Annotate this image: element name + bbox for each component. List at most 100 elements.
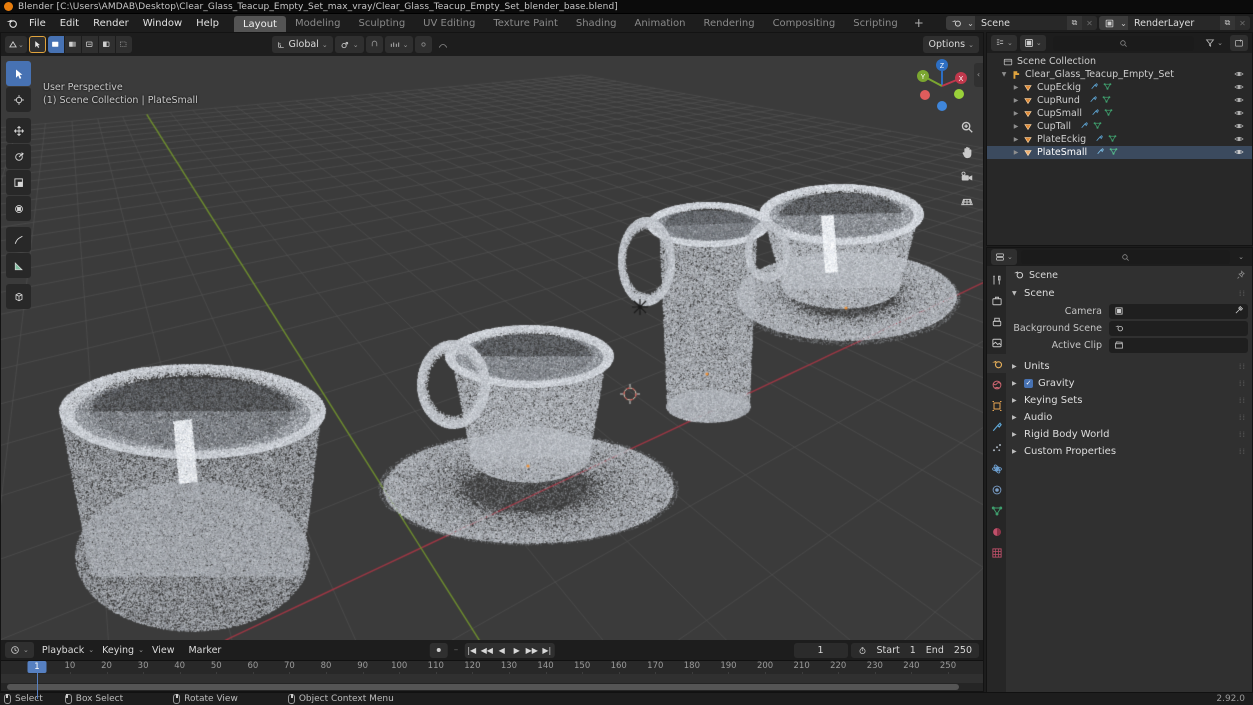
scene-name[interactable]: Scene — [975, 18, 1067, 29]
tab-scripting[interactable]: Scripting — [844, 14, 906, 32]
outliner-editor[interactable]: ⌄ ⌄ ⌄ Scene Collection ▼ Clear_Glass_Tea… — [986, 32, 1253, 246]
remove-view-layer-button[interactable]: ✕ — [1235, 16, 1250, 30]
jump-to-start-button[interactable]: |◀ — [464, 643, 479, 658]
end-value[interactable]: 250 — [954, 645, 972, 656]
mesh-data-icon[interactable] — [1104, 108, 1113, 120]
outliner-search-input[interactable] — [1052, 35, 1195, 51]
select-invert-icon[interactable] — [98, 36, 115, 53]
modifier-icon[interactable] — [1090, 82, 1099, 94]
output-tab-icon[interactable] — [987, 312, 1006, 331]
measure-tool-icon[interactable] — [6, 253, 31, 278]
menu-window[interactable]: Window — [136, 14, 189, 32]
keying-sets-panel-header[interactable]: ▶ Keying Sets ⁞⁞ — [1006, 392, 1252, 409]
viewport-canvas[interactable] — [1, 56, 983, 640]
outliner-row-object[interactable]: ▶ PlateEckig — [987, 133, 1252, 146]
menu-render[interactable]: Render — [86, 14, 136, 32]
data-tab-icon[interactable] — [987, 501, 1006, 520]
disclosure-triangle-icon[interactable]: ▶ — [1011, 84, 1021, 91]
outliner-display-mode-button[interactable]: ⌄ — [1019, 35, 1046, 51]
timeline-scrollbar[interactable] — [1, 683, 983, 691]
disclosure-triangle-icon[interactable]: ▶ — [1011, 136, 1021, 143]
eyedropper-icon[interactable] — [1234, 305, 1244, 318]
timeline-menu-marker[interactable]: Marker — [182, 642, 227, 658]
transform-orientation-dropdown[interactable]: Global ⌄ — [271, 36, 333, 53]
pivot-point-dropdown[interactable]: ⌄ — [334, 36, 364, 53]
timeline-playhead[interactable]: 1 — [27, 661, 47, 673]
new-view-layer-button[interactable]: ⧉ — [1220, 16, 1235, 30]
proportional-edit-button[interactable] — [415, 36, 433, 53]
play-reverse-button[interactable]: ◀ — [494, 643, 509, 658]
add-workspace-button[interactable]: + — [907, 14, 931, 32]
units-panel-header[interactable]: ▶ Units ⁞⁞ — [1006, 358, 1252, 375]
select-intersect-icon[interactable] — [115, 36, 132, 53]
select-extend-icon[interactable] — [64, 36, 81, 53]
transform-tool-icon[interactable] — [6, 196, 31, 221]
outliner-filter-button[interactable]: ⌄ — [1201, 35, 1227, 51]
proportional-falloff-icon[interactable] — [434, 36, 451, 53]
modifier-tab-icon[interactable] — [987, 417, 1006, 436]
scene-selector[interactable]: ⌄ Scene ⧉ ✕ — [946, 16, 1097, 30]
mesh-data-icon[interactable] — [1093, 121, 1102, 133]
properties-options-button[interactable]: ⌄ — [1234, 249, 1248, 265]
particles-tab-icon[interactable] — [987, 438, 1006, 457]
disclosure-triangle-icon[interactable]: ▶ — [1011, 149, 1021, 156]
disclosure-triangle-icon[interactable]: ▶ — [1011, 97, 1021, 104]
view-layer-chevron-icon[interactable]: ⌄ — [1119, 16, 1128, 30]
disclosure-triangle-icon[interactable]: ▶ — [1011, 123, 1021, 130]
unlink-scene-button[interactable]: ✕ — [1082, 16, 1097, 30]
view-layer-name[interactable]: RenderLayer — [1128, 18, 1220, 29]
view-layer-selector[interactable]: ⌄ RenderLayer ⧉ ✕ — [1099, 16, 1250, 30]
play-button[interactable]: ▶ — [509, 643, 524, 658]
3d-scene-render[interactable] — [1, 56, 983, 640]
timeline-menu-view[interactable]: View — [146, 642, 181, 658]
timeline-editor[interactable]: ⌄ Playback ⌄ Keying ⌄ View Marker – |◀ ◀… — [0, 640, 984, 699]
pin-icon[interactable] — [1236, 269, 1246, 282]
snap-settings-dropdown[interactable]: ⌄ — [384, 36, 414, 53]
timeline-menu-playback[interactable]: Playback — [36, 642, 90, 658]
outliner-row-object-selected[interactable]: ▶ PlateSmall — [987, 146, 1252, 159]
modifier-icon[interactable] — [1091, 108, 1100, 120]
constraints-tab-icon[interactable] — [987, 480, 1006, 499]
snap-magnet-button[interactable] — [365, 36, 383, 53]
select-subtract-icon[interactable] — [81, 36, 98, 53]
modifier-icon[interactable] — [1096, 147, 1105, 159]
jump-to-end-button[interactable]: ▶| — [539, 643, 554, 658]
scene-chevron-icon[interactable]: ⌄ — [966, 16, 975, 30]
blender-logo-icon[interactable] — [0, 14, 22, 32]
visibility-eye-icon[interactable] — [1234, 147, 1244, 160]
timeline-ruler[interactable]: 10 20 30 40 50 60 70 80 90 100 110 120 130 140 150 160 1… — [1, 660, 983, 699]
tab-shading[interactable]: Shading — [567, 14, 626, 32]
menu-file[interactable]: File — [22, 14, 53, 32]
options-dropdown[interactable]: Options ⌄ — [923, 36, 979, 53]
current-frame-field[interactable]: 1 — [793, 642, 848, 658]
modifier-icon[interactable] — [1089, 95, 1098, 107]
zoom-icon[interactable] — [958, 118, 975, 135]
auto-keying-button[interactable] — [429, 642, 448, 658]
tab-rendering[interactable]: Rendering — [694, 14, 763, 32]
timeline-menu-keying[interactable]: Keying — [96, 642, 140, 658]
audio-panel-header[interactable]: ▶ Audio ⁞⁞ — [1006, 409, 1252, 426]
properties-search-input[interactable] — [1020, 250, 1231, 264]
navigation-gizmo[interactable]: Z Y X — [911, 55, 973, 117]
select-set-icon[interactable] — [47, 36, 64, 53]
mesh-data-icon[interactable] — [1108, 134, 1117, 146]
texture-tab-icon[interactable] — [987, 543, 1006, 562]
frame-range-fields[interactable]: Start 1 End 250 — [850, 642, 979, 658]
camera-field[interactable] — [1109, 303, 1248, 319]
grid-icon[interactable] — [958, 193, 975, 210]
3d-viewport[interactable]: ⌄ Global ⌄ ⌄ ⌄ Options ⌄ User Perspectiv… — [0, 32, 984, 640]
world-tab-icon[interactable] — [987, 375, 1006, 394]
move-tool-icon[interactable] — [6, 118, 31, 143]
tab-modeling[interactable]: Modeling — [286, 14, 350, 32]
viewport-sidebar-toggle[interactable]: ‹ — [974, 63, 983, 87]
tool-tab-icon[interactable] — [987, 270, 1006, 289]
scale-tool-icon[interactable] — [6, 170, 31, 195]
mesh-data-icon[interactable] — [1102, 95, 1111, 107]
next-keyframe-button[interactable]: ▶▶ — [524, 643, 539, 658]
outliner-row-object[interactable]: ▶ CupEckig — [987, 81, 1252, 94]
tab-animation[interactable]: Animation — [626, 14, 695, 32]
outliner-row-collection[interactable]: ▼ Clear_Glass_Teacup_Empty_Set — [987, 68, 1252, 81]
gravity-checkbox[interactable]: ✓ — [1024, 379, 1033, 388]
annotate-tool-icon[interactable] — [6, 227, 31, 252]
outliner-row-object[interactable]: ▶ CupSmall — [987, 107, 1252, 120]
